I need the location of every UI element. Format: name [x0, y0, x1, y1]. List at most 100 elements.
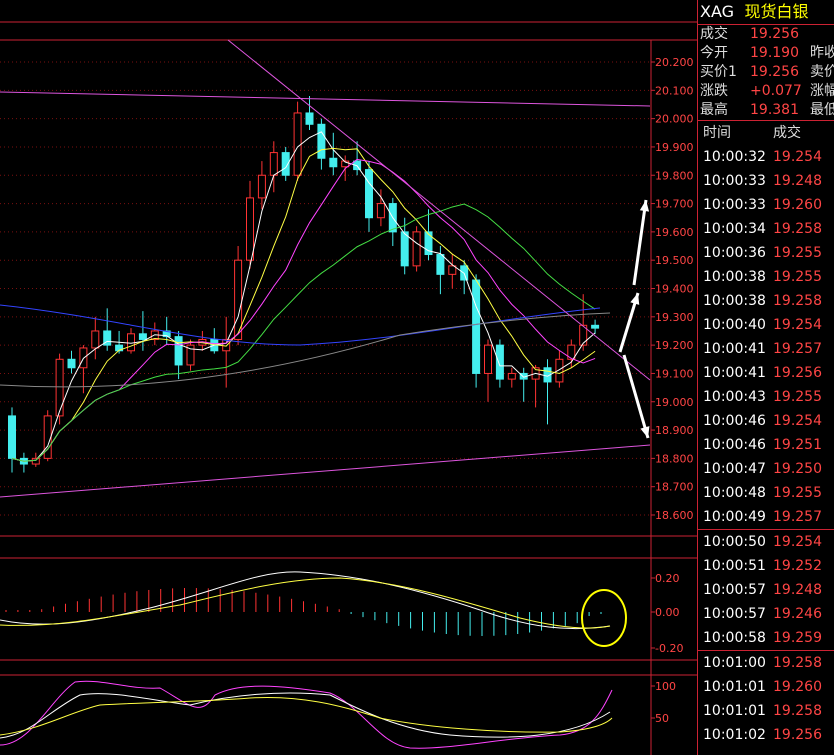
- trendline-top: [0, 91, 651, 107]
- price-tick-label: 19.800: [655, 169, 694, 182]
- tick-price: 19.250: [773, 461, 822, 477]
- tick-time: 10:00:34: [703, 221, 766, 237]
- tick-time: 10:00:33: [703, 173, 766, 189]
- tick-row[interactable]: 10:00:40 19.254: [698, 313, 834, 337]
- tick-row[interactable]: 10:01:00 19.258: [698, 651, 834, 675]
- tick-row[interactable]: 10:00:36 19.255: [698, 241, 834, 265]
- tick-price: 19.258: [773, 221, 822, 237]
- macd-tick-label: -0.20: [655, 642, 683, 655]
- tick-row[interactable]: 10:00:41 19.256: [698, 361, 834, 385]
- ticks-list[interactable]: 10:00:32 19.254 10:00:33 19.248 10:00:33 19.2…: [698, 145, 834, 747]
- tick-row[interactable]: 10:00:47 19.250: [698, 457, 834, 481]
- quote-value: 19.256: [750, 26, 799, 42]
- price-tick-label: 18.800: [655, 452, 694, 465]
- tick-price: 19.248: [773, 173, 822, 189]
- tick-row[interactable]: 10:00:38 19.255: [698, 265, 834, 289]
- candle-body: [174, 336, 183, 366]
- candle-body: [365, 169, 373, 219]
- tick-row[interactable]: 10:00:32 19.254: [698, 145, 834, 169]
- quote-value: 19.381: [750, 102, 799, 118]
- tick-price: 19.257: [773, 509, 822, 525]
- candle-body: [269, 152, 278, 176]
- tick-time: 10:00:38: [703, 293, 766, 309]
- quote-label: 成交: [700, 26, 728, 42]
- candle-body: [293, 112, 302, 176]
- price-tick-label: 19.200: [655, 339, 694, 352]
- tick-row[interactable]: 10:00:57 19.246: [698, 602, 834, 626]
- tick-price: 19.248: [773, 582, 822, 598]
- tick-price: 19.255: [773, 485, 822, 501]
- tick-time: 10:01:00: [703, 655, 766, 671]
- ticks-header: 时间 成交: [698, 121, 834, 145]
- kline-chart[interactable]: 20.200 20.100 20.000 19.900 19.800 19.700 19.6…: [0, 0, 697, 755]
- price-tick-label: 20.200: [655, 56, 694, 69]
- tick-price: 19.257: [773, 341, 822, 357]
- tick-price: 19.256: [773, 365, 822, 381]
- price-tick-label: 19.700: [655, 198, 694, 211]
- tick-price: 19.255: [773, 245, 822, 261]
- tick-row[interactable]: 10:01:02 19.256: [698, 723, 834, 747]
- candle-body: [329, 157, 338, 168]
- kdj-tick-label: 50: [655, 712, 669, 725]
- quote-row: 成交 19.256: [698, 25, 834, 44]
- tick-time: 10:00:51: [703, 558, 766, 574]
- tick-row[interactable]: 10:00:33 19.260: [698, 193, 834, 217]
- price-tick-label: 19.400: [655, 283, 694, 296]
- candle-body: [55, 358, 64, 417]
- tick-price: 19.258: [773, 703, 822, 719]
- tick-time: 10:00:36: [703, 245, 766, 261]
- price-tick-label: 19.000: [655, 396, 694, 409]
- tick-row[interactable]: 10:01:01 19.260: [698, 675, 834, 699]
- tick-price: 19.252: [773, 558, 822, 574]
- tick-row[interactable]: 10:01:01 19.258: [698, 699, 834, 723]
- tick-row[interactable]: 10:00:34 19.258: [698, 217, 834, 241]
- candle-body: [495, 344, 504, 380]
- price-tick-label: 18.700: [655, 481, 694, 494]
- quote-right-label: 涨幅: [810, 83, 834, 99]
- tick-row[interactable]: 10:00:50 19.254: [698, 530, 834, 554]
- tick-price: 19.254: [773, 534, 822, 550]
- tick-row[interactable]: 10:00:57 19.248: [698, 578, 834, 602]
- tick-row[interactable]: 10:00:38 19.258: [698, 289, 834, 313]
- tick-row[interactable]: 10:00:46 19.254: [698, 409, 834, 433]
- tick-row[interactable]: 10:00:51 19.252: [698, 554, 834, 578]
- kline-chart-panel[interactable]: 20.200 20.100 20.000 19.900 19.800 19.700 19.6…: [0, 0, 697, 755]
- quote-right-label: 昨收: [810, 45, 834, 61]
- tick-price: 19.259: [773, 630, 822, 646]
- highlight-circle: [581, 589, 627, 647]
- tick-row[interactable]: 10:00:58 19.259: [698, 626, 834, 650]
- tick-price: 19.260: [773, 197, 822, 213]
- tick-time: 10:00:41: [703, 341, 766, 357]
- candle-body: [127, 333, 135, 352]
- tick-row[interactable]: 10:00:43 19.255: [698, 385, 834, 409]
- candle-body: [257, 174, 266, 199]
- candle-body: [67, 358, 76, 369]
- tick-row[interactable]: 10:00:49 19.257: [698, 505, 834, 529]
- ma-line-white: [11, 131, 596, 462]
- tick-price: 19.254: [773, 317, 822, 333]
- tick-time: 10:00:48: [703, 485, 766, 501]
- annotation-arrow-shaft: [622, 354, 650, 439]
- quote-label: 买价1: [700, 64, 737, 80]
- quote-value: 19.190: [750, 45, 799, 61]
- ma-line-yellow: [11, 147, 596, 462]
- ticks-header-price: 成交: [773, 125, 801, 141]
- tick-row[interactable]: 10:00:41 19.257: [698, 337, 834, 361]
- quote-row: 今开 19.190 昨收: [698, 44, 834, 63]
- tick-row[interactable]: 10:00:33 19.248: [698, 169, 834, 193]
- candle-body: [8, 415, 16, 459]
- tick-row[interactable]: 10:00:46 19.251: [698, 433, 834, 457]
- tick-time: 10:00:46: [703, 413, 766, 429]
- annotation-arrowhead: [640, 426, 650, 438]
- annotation-arrowhead: [630, 293, 640, 305]
- instrument-name: 现货白银: [744, 2, 809, 21]
- ma-line-green: [11, 203, 596, 462]
- quote-right-label: 最低: [810, 102, 834, 118]
- tick-row[interactable]: 10:00:48 19.255: [698, 481, 834, 505]
- tick-time: 10:00:46: [703, 437, 766, 453]
- kdj-tick-label: 100: [655, 680, 676, 693]
- tick-time: 10:00:50: [703, 534, 766, 550]
- kdj-j-line: [0, 680, 613, 749]
- tick-time: 10:00:57: [703, 582, 766, 598]
- price-tick-label: 19.500: [655, 254, 694, 267]
